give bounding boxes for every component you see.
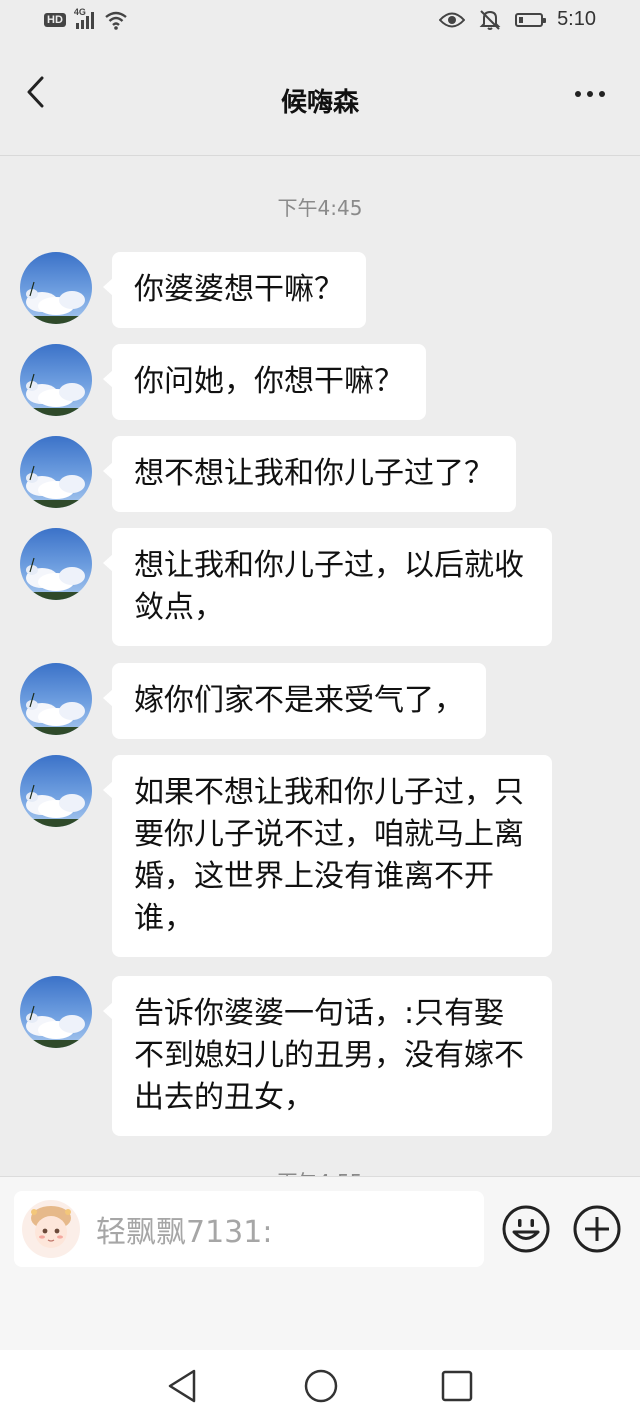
wifi-icon (105, 11, 127, 30)
input-panel-spacer (0, 1280, 640, 1350)
timestamp: 下午4:45 (277, 196, 363, 220)
user-avatar (22, 1200, 80, 1258)
timestamp-partial: 下午4:55 (0, 1166, 640, 1176)
chat-header: 候嗨森 (0, 44, 640, 156)
avatar[interactable] (20, 528, 92, 600)
input-bar: 轻飘飘7131: (0, 1176, 640, 1280)
more-dots-icon (575, 91, 581, 97)
message-item: 告诉你婆婆一句话，:只有娶不到媳妇儿的丑男，没有嫁不出去的丑女， (20, 976, 552, 1136)
plus-circle-icon (573, 1205, 621, 1253)
emoji-button[interactable] (500, 1203, 552, 1255)
message-input[interactable]: 轻飘飘7131: (14, 1191, 484, 1267)
avatar[interactable] (20, 976, 92, 1048)
clock: 5:10 (557, 8, 596, 30)
avatar[interactable] (20, 663, 92, 735)
hd-icon: HD (44, 13, 66, 27)
message-item: 如果不想让我和你儿子过，只要你儿子说不过，咱就马上离婚，这世界上没有谁离不开谁， (20, 755, 552, 957)
mute-bell-icon (479, 9, 501, 30)
status-bar: HD 4G 5:10 (0, 0, 640, 44)
nav-home-icon[interactable] (303, 1368, 339, 1404)
message-item: 想不想让我和你儿子过了？ (20, 436, 516, 512)
message-item: 想让我和你儿子过，以后就收敛点， (20, 528, 552, 646)
chat-title: 候嗨森 (280, 88, 359, 118)
message-item: 你婆婆想干嘛？ (20, 252, 366, 328)
system-nav-bar (0, 1350, 640, 1422)
smiley-icon (502, 1205, 550, 1253)
message-list[interactable]: 下午4:45 你婆婆想干嘛？ 你问她，你想干嘛？ 想不想让我和你儿子过了？ 想让… (0, 156, 640, 1176)
avatar[interactable] (20, 344, 92, 416)
message-item: 你问她，你想干嘛？ (20, 344, 426, 420)
avatar[interactable] (20, 436, 92, 508)
message-bubble[interactable]: 如果不想让我和你儿子过，只要你儿子说不过，咱就马上离婚，这世界上没有谁离不开谁， (103, 755, 552, 957)
message-bubble[interactable]: 你婆婆想干嘛？ (103, 252, 366, 328)
network-type-label: 4G (73, 7, 86, 17)
eye-icon (439, 12, 466, 27)
more-button[interactable] (568, 76, 612, 112)
message-bubble[interactable]: 告诉你婆婆一句话，:只有娶不到媳妇儿的丑男，没有嫁不出去的丑女， (103, 976, 552, 1136)
avatar[interactable] (20, 755, 92, 827)
message-bubble[interactable]: 嫁你们家不是来受气了， (103, 663, 486, 739)
input-placeholder: 轻飘飘7131: (96, 1215, 273, 1250)
message-item: 嫁你们家不是来受气了， (20, 663, 486, 739)
avatar[interactable] (20, 252, 92, 324)
signal-icon: 4G (74, 7, 94, 29)
nav-back-icon[interactable] (166, 1368, 200, 1404)
battery-icon (515, 12, 547, 27)
nav-recents-icon[interactable] (440, 1369, 474, 1403)
message-bubble[interactable]: 你问她，你想干嘛？ (103, 344, 426, 420)
more-actions-button[interactable] (571, 1203, 623, 1255)
message-bubble[interactable]: 想让我和你儿子过，以后就收敛点， (103, 528, 552, 646)
message-bubble[interactable]: 想不想让我和你儿子过了？ (103, 436, 516, 512)
